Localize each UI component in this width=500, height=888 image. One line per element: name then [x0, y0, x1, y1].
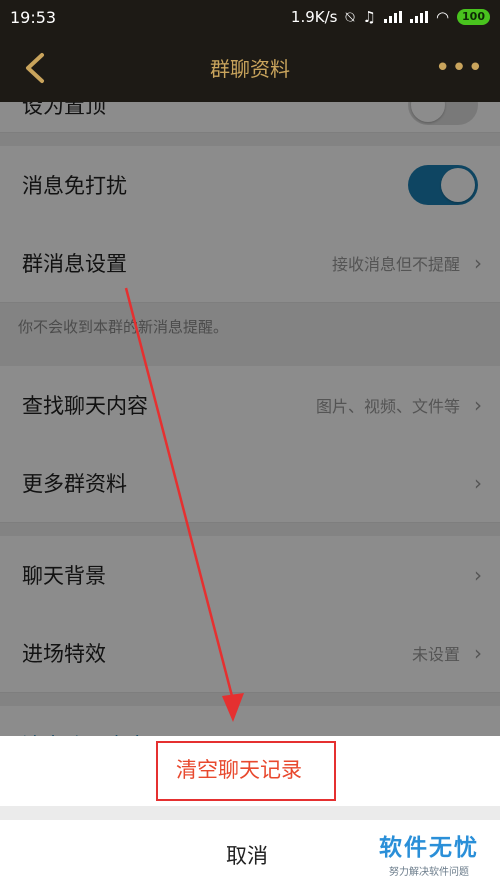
watermark-subtitle: 努力解决软件问题: [389, 867, 469, 878]
watermark-title: 软件无忧: [379, 835, 479, 861]
watermark: 软件无忧 努力解决软件问题: [366, 828, 492, 878]
annotation-arrow: [124, 287, 244, 722]
